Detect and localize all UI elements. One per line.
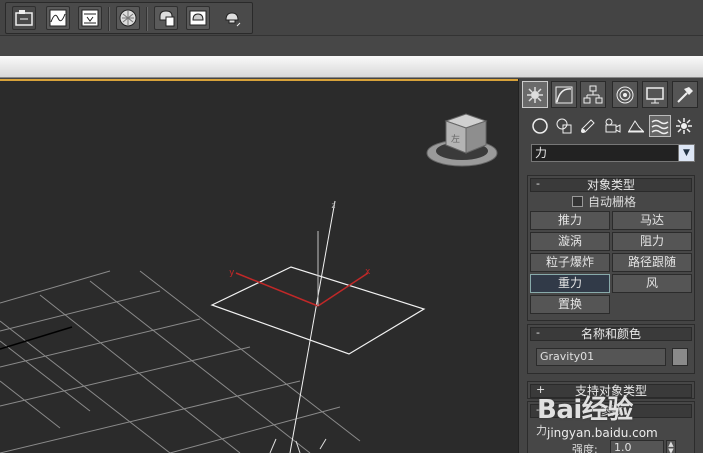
gravity-gizmo[interactable] xyxy=(210,200,426,453)
chevron-down-icon[interactable]: ▼ xyxy=(678,145,694,161)
object-color-swatch[interactable] xyxy=(672,348,688,366)
render-frame-icon[interactable] xyxy=(154,6,178,30)
hierarchy-tab[interactable] xyxy=(580,81,606,108)
axis-y-label: y xyxy=(229,268,235,278)
create-tab[interactable] xyxy=(522,81,548,108)
create-subcategory-row xyxy=(529,115,699,139)
cameras-icon[interactable] xyxy=(601,115,623,137)
category-dropdown[interactable]: 力 ▼ xyxy=(531,144,695,162)
utilities-tab[interactable] xyxy=(672,81,698,108)
geometry-icon[interactable] xyxy=(529,115,551,137)
schematic-view-icon[interactable] xyxy=(12,6,36,30)
autogrid-row[interactable]: 自动栅格 xyxy=(572,194,637,209)
supports-objects-rollout: + 支持对象类型 xyxy=(527,381,695,399)
wind-button[interactable]: 风 xyxy=(612,274,692,293)
space-warps-icon[interactable] xyxy=(649,115,671,137)
viewcube[interactable]: 左 xyxy=(426,113,498,167)
hammer-icon xyxy=(677,86,693,103)
command-panel-tabs xyxy=(522,81,702,109)
category-value: 力 xyxy=(535,146,548,160)
force-group-label: 力 xyxy=(536,424,547,437)
helpers-icon[interactable] xyxy=(625,115,647,137)
toolbar-separator xyxy=(146,7,148,31)
parameters-title: 参数 xyxy=(598,404,623,418)
axis-x-label: x xyxy=(365,267,371,277)
object-name-field[interactable]: Gravity01 xyxy=(536,348,666,366)
supports-objects-title: 支持对象类型 xyxy=(574,384,647,398)
ribbon-area xyxy=(0,36,703,56)
strength-field[interactable]: 1.0 xyxy=(610,440,664,453)
viewport-scene: y x z 左 xyxy=(0,113,498,453)
grid-axis-line xyxy=(0,326,73,350)
autogrid-checkbox[interactable] xyxy=(572,195,583,207)
toolbar-group xyxy=(5,2,253,34)
viewcube-face-label: 左 xyxy=(451,133,460,145)
command-panel: 力 ▼ - 对象类型 自动栅格 推力 马达 漩涡 阻力 粒子爆炸 路径跟随 重力… xyxy=(518,79,703,453)
gravity-button[interactable]: 重力 xyxy=(530,274,610,293)
name-color-header[interactable]: - 名称和颜色 xyxy=(530,327,692,341)
displace-button[interactable]: 置换 xyxy=(530,295,610,314)
modify-icon xyxy=(555,86,573,103)
strength-spinner[interactable]: ▲ ▼ xyxy=(666,440,676,453)
push-button[interactable]: 推力 xyxy=(530,211,610,230)
display-icon xyxy=(646,86,664,103)
drag-button[interactable]: 阻力 xyxy=(612,232,692,251)
name-color-title: 名称和颜色 xyxy=(580,327,641,341)
collapse-toggle: - xyxy=(536,326,540,339)
perspective-viewport[interactable]: y x z 左 xyxy=(0,79,518,453)
collapse-toggle: - xyxy=(536,177,540,190)
hierarchy-icon xyxy=(583,85,603,103)
name-color-rollout: - 名称和颜色 Gravity01 xyxy=(527,324,695,374)
render-icon[interactable] xyxy=(186,6,210,30)
axis-z-label: z xyxy=(331,201,336,210)
time-slider-bar[interactable] xyxy=(0,56,703,78)
render-setup-icon[interactable] xyxy=(116,6,140,30)
display-tab[interactable] xyxy=(642,81,668,108)
path-follow-button[interactable]: 路径跟随 xyxy=(612,253,692,272)
toolbar-separator xyxy=(108,7,110,31)
modify-tab[interactable] xyxy=(551,81,577,108)
parameters-rollout: - 参数 力 强度: 1.0 ▲ ▼ xyxy=(527,401,695,453)
collapse-toggle: - xyxy=(536,403,540,416)
strength-label: 强度: xyxy=(572,443,598,453)
autogrid-label: 自动栅格 xyxy=(588,194,637,209)
lights-icon[interactable] xyxy=(577,115,599,137)
motion-tab[interactable] xyxy=(612,81,638,108)
systems-icon[interactable] xyxy=(673,115,695,137)
create-icon xyxy=(527,86,543,103)
motion-icon xyxy=(616,86,634,103)
supports-objects-header[interactable]: + 支持对象类型 xyxy=(530,384,692,398)
curve-editor-icon[interactable] xyxy=(46,6,70,30)
vortex-button[interactable]: 漩涡 xyxy=(530,232,610,251)
object-type-title: 对象类型 xyxy=(586,178,635,192)
motor-button[interactable]: 马达 xyxy=(612,211,692,230)
material-editor-icon[interactable] xyxy=(78,6,102,30)
parameters-header[interactable]: - 参数 xyxy=(530,404,692,418)
pbomb-button[interactable]: 粒子爆炸 xyxy=(530,253,610,272)
shapes-icon[interactable] xyxy=(553,115,575,137)
quick-render-icon[interactable] xyxy=(220,6,244,30)
main-toolbar xyxy=(0,0,703,36)
object-type-header[interactable]: - 对象类型 xyxy=(530,178,692,192)
object-type-rollout: - 对象类型 自动栅格 推力 马达 漩涡 阻力 粒子爆炸 路径跟随 重力 风 置… xyxy=(527,175,695,321)
expand-toggle: + xyxy=(536,383,546,396)
